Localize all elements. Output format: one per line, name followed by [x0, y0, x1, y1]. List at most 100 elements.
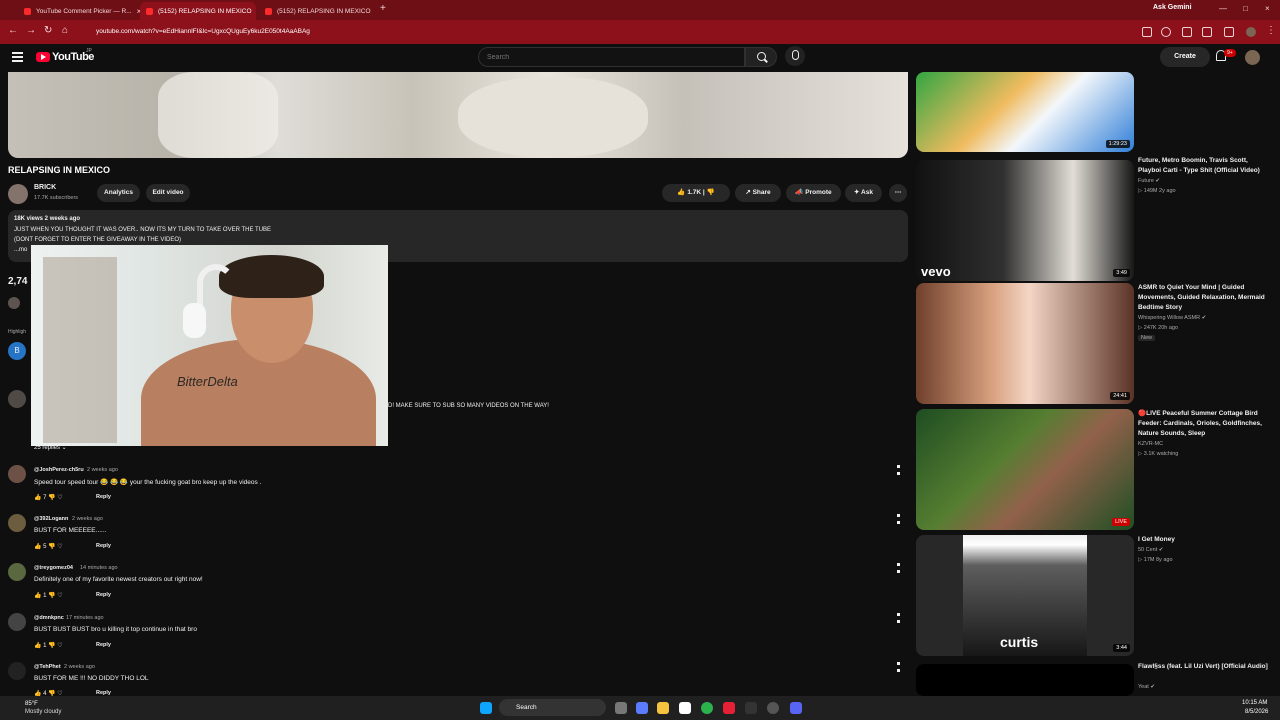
comment-author[interactable]: @treygomez04 — [34, 565, 73, 571]
puzzle-icon[interactable] — [1202, 27, 1212, 37]
bookmark-icon[interactable] — [1161, 27, 1171, 37]
tab-relapsing-active[interactable]: (5152) RELAPSING IN MEXICO× — [140, 2, 256, 20]
comment-avatar[interactable] — [8, 514, 26, 532]
store-icon[interactable] — [679, 702, 691, 714]
recommendation-title[interactable]: Flawl§ss (feat. Lil Uzi Vert) [Official … — [1138, 662, 1268, 672]
picture-in-picture-webcam[interactable]: BitterDelta — [31, 245, 388, 446]
browser-menu-icon[interactable]: ⋮ — [1266, 25, 1276, 36]
comment-options-icon[interactable] — [897, 563, 900, 573]
recommendation-title[interactable]: I Get Money — [1138, 535, 1268, 545]
channel-avatar[interactable] — [8, 184, 28, 204]
reply-button[interactable]: Reply — [96, 642, 111, 648]
cast-icon[interactable] — [1142, 27, 1152, 37]
comment-avatar[interactable] — [8, 465, 26, 483]
video-player[interactable] — [8, 72, 908, 158]
reply-button[interactable]: Reply — [96, 543, 111, 549]
obs-icon[interactable] — [767, 702, 779, 714]
tab-relapsing[interactable]: (5152) RELAPSING IN MEXICO× — [259, 2, 375, 20]
app-icon[interactable] — [745, 702, 757, 714]
description-more[interactable]: ...mo — [14, 247, 27, 253]
recommendation-channel[interactable]: Whispering Willow ASMR ✔ — [1138, 315, 1206, 321]
close-tab-icon[interactable]: × — [252, 7, 256, 16]
recommendation-thumbnail[interactable]: LIVE — [916, 409, 1134, 530]
comment-options-icon[interactable] — [897, 465, 900, 475]
taskbar-search[interactable]: Search — [499, 699, 606, 716]
headset-earcup-icon — [183, 303, 206, 338]
edit-video-button[interactable]: Edit video — [146, 184, 190, 202]
recommendation-channel[interactable]: Yeat ✔ — [1138, 684, 1155, 690]
home-icon[interactable]: ⌂ — [62, 25, 68, 36]
comment-options-icon[interactable] — [897, 514, 900, 524]
recommendation-title[interactable]: 🔴LIVE Peaceful Summer Cottage Bird Feede… — [1138, 409, 1268, 439]
recommendation-thumbnail[interactable]: curtis 3:44 — [916, 535, 1134, 656]
like-dislike-button[interactable]: 👍 1.7K | 👎 — [662, 184, 730, 202]
back-icon[interactable]: ← — [8, 25, 18, 36]
search-input[interactable] — [478, 47, 745, 67]
browser-profile-avatar[interactable] — [1246, 27, 1256, 37]
comment-avatar[interactable] — [8, 390, 26, 408]
comment-like-button[interactable]: 👍 1 👎 ♡ — [34, 592, 63, 599]
comment-avatar[interactable] — [8, 613, 26, 631]
url-field[interactable]: youtube.com/watch?v=eEdHiannlFI&lc=UgxcQ… — [90, 24, 1130, 40]
file-explorer-icon[interactable] — [657, 702, 669, 714]
recommendation-thumbnail[interactable] — [916, 664, 1134, 696]
discord-icon[interactable] — [790, 702, 802, 714]
description-line-2: (DONT FORGET TO ENTER THE GIVEAWAY IN TH… — [14, 237, 182, 243]
reply-button[interactable]: Reply — [96, 592, 111, 598]
recommendation-thumbnail[interactable]: 1:29:23 — [916, 72, 1134, 152]
system-date[interactable]: 8/5/2026 — [1245, 709, 1268, 715]
microphone-icon[interactable] — [785, 46, 805, 66]
create-button[interactable]: Create — [1160, 47, 1210, 67]
comment-like-button[interactable]: 👍 7 👎 ♡ — [34, 494, 63, 501]
analytics-button[interactable]: Analytics — [97, 184, 140, 202]
hamburger-menu-icon[interactable] — [12, 52, 23, 62]
chrome-icon[interactable] — [701, 702, 713, 714]
youtube-logo-icon[interactable] — [36, 52, 50, 62]
comment-like-button[interactable]: 👍 5 👎 ♡ — [34, 543, 63, 550]
extension-icon[interactable] — [1182, 27, 1192, 37]
maximize-icon[interactable]: □ — [1243, 4, 1248, 13]
forward-icon[interactable]: → — [26, 25, 36, 36]
adobe-icon[interactable] — [723, 702, 735, 714]
recommendation-thumbnail[interactable]: vevo 3:49 — [916, 160, 1134, 281]
refresh-icon[interactable]: ↻ — [44, 25, 52, 36]
comment-author[interactable]: @TehPhet — [34, 664, 61, 670]
ask-button[interactable]: ✦ Ask — [845, 184, 882, 202]
tab-comment-picker[interactable]: YouTube Comment Picker — R... × — [18, 2, 140, 20]
new-tab-button[interactable]: + — [380, 3, 386, 14]
comment-author[interactable]: @392Logann — [34, 516, 68, 522]
ask-gemini-button[interactable]: Ask Gemini — [1153, 4, 1192, 11]
comment-avatar[interactable] — [8, 563, 26, 581]
more-actions-button[interactable]: ⋯ — [889, 184, 907, 202]
comment-author[interactable]: @dmnkpnc — [34, 615, 64, 621]
recommendation-channel[interactable]: Future ✔ — [1138, 178, 1160, 184]
share-button[interactable]: ↗ Share — [735, 184, 781, 202]
comment-options-icon[interactable] — [897, 662, 900, 672]
account-avatar[interactable] — [1245, 50, 1260, 65]
comment-avatar[interactable] — [8, 297, 20, 309]
comment-options-icon[interactable] — [897, 613, 900, 623]
channel-name[interactable]: BRICK — [34, 184, 56, 191]
system-time[interactable]: 10:15 AM — [1242, 700, 1267, 706]
minimize-icon[interactable]: — — [1219, 4, 1227, 13]
weather-temperature[interactable]: 85°F — [25, 701, 38, 707]
close-tab-icon[interactable]: × — [371, 7, 375, 16]
comment-like-button[interactable]: 👍 1 👎 ♡ — [34, 642, 63, 649]
close-tab-icon[interactable]: × — [132, 7, 140, 16]
recommendation-title[interactable]: ASMR to Quiet Your Mind | Guided Movemen… — [1138, 283, 1268, 313]
close-window-icon[interactable]: × — [1265, 4, 1270, 13]
search-button[interactable] — [745, 47, 777, 67]
windows-start-icon[interactable] — [480, 702, 492, 714]
split-icon[interactable] — [1224, 27, 1234, 37]
reply-button[interactable]: Reply — [96, 494, 111, 500]
recommendation-thumbnail[interactable]: 24:41 — [916, 283, 1134, 404]
recommendation-channel[interactable]: KZVR-MC — [1138, 441, 1163, 447]
promote-button[interactable]: 📣 Promote — [786, 184, 841, 202]
recommendation-channel[interactable]: 50 Cent ✔ — [1138, 547, 1163, 553]
copilot-icon[interactable] — [636, 702, 648, 714]
comment-author[interactable]: @JoshPerez-ch5ru — [34, 467, 84, 473]
task-view-icon[interactable] — [615, 702, 627, 714]
comment-avatar[interactable] — [8, 662, 26, 680]
recommendation-title[interactable]: Future, Metro Boomin, Travis Scott, Play… — [1138, 156, 1268, 176]
channel-initial-avatar[interactable]: B — [8, 342, 26, 360]
